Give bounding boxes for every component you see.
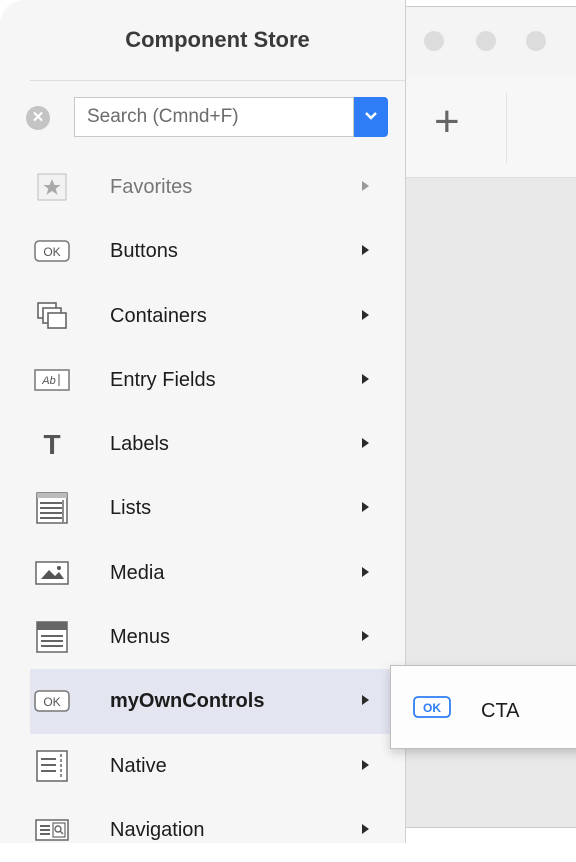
category-item-entry-fields[interactable]: Ab Entry Fields [30,348,405,412]
submenu-item-label: CTA [481,700,520,722]
category-item-myowncontrols[interactable]: OK myOwnControls [30,669,405,734]
category-item-containers[interactable]: Containers [30,284,405,348]
chevron-right-icon [362,373,369,384]
chevron-down-icon [365,112,377,120]
category-label: Native [110,754,167,777]
category-label: Buttons [110,240,178,263]
chevron-right-icon [362,181,369,191]
window-zoom-dot[interactable] [526,31,546,51]
category-item-buttons[interactable]: OK Buttons [30,219,405,283]
category-label: Lists [110,497,152,520]
chevron-right-icon [362,566,369,577]
svg-text:T: T [43,429,60,459]
category-item-labels[interactable]: T Labels [30,412,405,476]
search-dropdown-button[interactable] [354,97,388,137]
navigation-icon [34,814,70,846]
window-titlebar [396,7,576,77]
clear-search-icon[interactable]: ✕ [26,106,50,130]
media-icon [34,557,70,589]
category-item-native[interactable]: Native [30,734,405,798]
chevron-right-icon [362,631,369,642]
panel-title: Component Store [125,27,310,52]
component-store-panel: Component Store ✕ Favorites OK [0,0,406,843]
category-label: Entry Fields [110,368,216,391]
chevron-right-icon [362,502,369,513]
svg-text:Ab: Ab [41,375,55,387]
category-item-menus[interactable]: Menus [30,605,405,669]
chevron-right-icon [362,309,369,320]
svg-text:OK: OK [43,695,60,709]
category-list: Favorites OK Buttons Containers Ab Entry… [30,155,405,862]
chevron-right-icon [362,823,369,834]
chevron-right-icon [362,759,369,770]
window-minimize-dot[interactable] [476,31,496,51]
window-close-dot[interactable] [424,31,444,51]
category-label: Navigation [110,818,205,841]
title-divider [30,80,405,81]
chevron-right-icon [362,695,369,706]
chevron-right-icon [362,438,369,449]
ok-button-icon: OK [34,685,70,717]
svg-text:OK: OK [43,245,60,259]
star-icon [34,171,70,203]
toolbar-divider [506,93,507,163]
chevron-right-icon [362,245,369,256]
native-icon [34,749,70,782]
category-item-media[interactable]: Media [30,541,405,605]
svg-text:OK: OK [423,701,441,715]
category-label: Labels [110,433,169,456]
containers-icon [34,300,70,332]
label-t-icon: T [34,428,70,460]
entry-field-icon: Ab [34,364,70,396]
add-icon[interactable]: + [434,100,460,144]
category-item-favorites[interactable]: Favorites [30,155,405,219]
search-input[interactable] [74,97,354,137]
category-label: Menus [110,626,171,649]
category-item-lists[interactable]: Lists [30,476,405,540]
category-item-navigation[interactable]: Navigation [30,798,405,862]
submenu-myowncontrols: OK CTA [390,665,576,749]
category-label: Favorites [110,176,193,198]
list-icon [34,492,70,525]
category-label: Containers [110,304,207,327]
category-label: Media [110,561,165,584]
category-label: myOwnControls [110,690,265,713]
ok-button-icon: OK [34,235,70,267]
menu-icon [34,621,70,653]
ok-button-icon: OK [413,696,451,723]
window-toolbar [396,77,576,178]
